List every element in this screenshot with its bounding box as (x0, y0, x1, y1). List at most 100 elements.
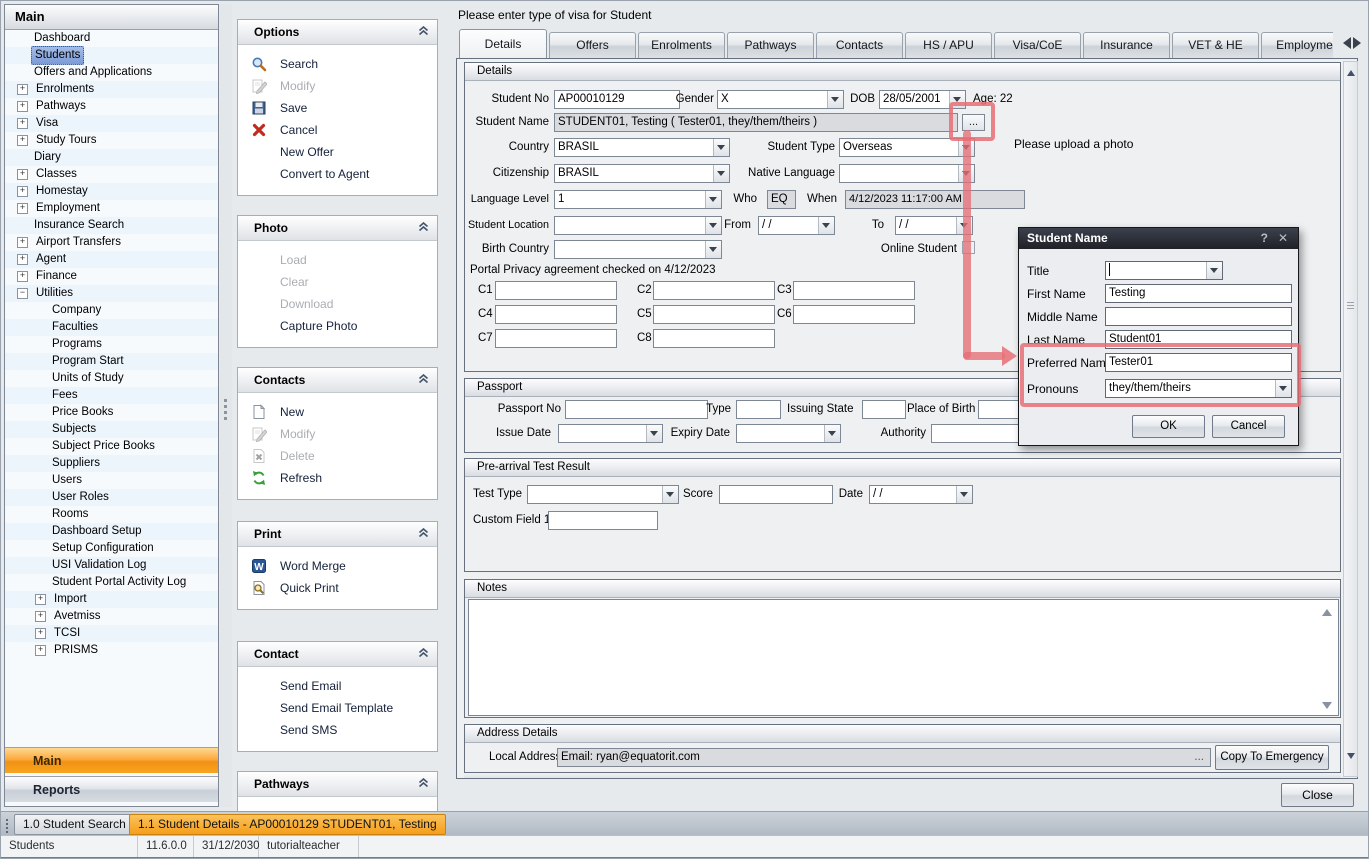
sidebar-item-faculties[interactable]: Faculties (5, 319, 218, 336)
expand-plus-icon[interactable]: + (17, 169, 28, 180)
sidebar-item-users[interactable]: Users (5, 472, 218, 489)
sidebar-item-students[interactable]: Students (5, 47, 218, 64)
sidebar-item-usi-validation-log[interactable]: USI Validation Log (5, 557, 218, 574)
sidebar-item-homestay[interactable]: +Homestay (5, 183, 218, 200)
sidebar-item-pathways[interactable]: +Pathways (5, 98, 218, 115)
sidebar-item-import[interactable]: +Import (5, 591, 218, 608)
collapse-chevron-icon[interactable] (418, 371, 429, 389)
sidebar-item-finance[interactable]: +Finance (5, 268, 218, 285)
native-language-select[interactable] (839, 164, 975, 183)
photo-capture-photo-button[interactable]: Capture Photo (238, 315, 437, 337)
sidebar-item-study-tours[interactable]: +Study Tours (5, 132, 218, 149)
close-button[interactable]: Close (1281, 783, 1354, 807)
tab-details[interactable]: Details (459, 29, 547, 58)
contacts-refresh-button[interactable]: Refresh (238, 467, 437, 489)
scrollbar-grip-icon[interactable] (1347, 300, 1354, 311)
sidebar-splitter[interactable] (220, 4, 232, 807)
sidebar-item-price-books[interactable]: Price Books (5, 404, 218, 421)
collapse-chevron-icon[interactable] (418, 219, 429, 237)
expand-plus-icon[interactable]: + (17, 135, 28, 146)
sidebar-item-visa[interactable]: +Visa (5, 115, 218, 132)
sidebar-item-student-portal-activity-log[interactable]: Student Portal Activity Log (5, 574, 218, 591)
sidebar-item-insurance-search[interactable]: Insurance Search (5, 217, 218, 234)
copy-to-emergency-button[interactable]: Copy To Emergency (1215, 745, 1329, 770)
notes-scroll-down-icon[interactable] (1322, 702, 1332, 714)
options-new-offer-button[interactable]: New Offer (238, 141, 437, 163)
expand-plus-icon[interactable]: + (17, 254, 28, 265)
student-no-input[interactable]: AP00010129 (554, 90, 680, 109)
tab-contacts[interactable]: Contacts (816, 32, 903, 58)
sidebar-item-airport-transfers[interactable]: +Airport Transfers (5, 234, 218, 251)
collapse-chevron-icon[interactable] (418, 775, 429, 793)
footer-tab-student-details[interactable]: 1.1 Student Details - AP00010129 STUDENT… (129, 814, 446, 835)
footer-tab-student-search[interactable]: 1.0 Student Search (14, 814, 135, 835)
options-search-button[interactable]: Search (238, 53, 437, 75)
expiry-date-select[interactable] (736, 424, 841, 443)
sidebar-item-diary[interactable]: Diary (5, 149, 218, 166)
sidebar-footer-reports-button[interactable]: Reports (5, 776, 218, 802)
middle-name-input[interactable] (1105, 307, 1292, 326)
gender-select[interactable]: X (717, 90, 844, 109)
expand-plus-icon[interactable]: + (35, 645, 46, 656)
sidebar-item-fees[interactable]: Fees (5, 387, 218, 404)
expand-plus-icon[interactable]: + (17, 186, 28, 197)
custom-code-c6-input[interactable] (793, 305, 915, 324)
contacts-new-button[interactable]: New (238, 401, 437, 423)
student-location-select[interactable] (554, 216, 722, 235)
sidebar-item-offers-and-applications[interactable]: Offers and Applications (5, 64, 218, 81)
tab-vet-he[interactable]: VET & HE (1172, 32, 1259, 58)
notes-input[interactable] (468, 599, 1339, 716)
from-date-select[interactable]: / / (758, 216, 835, 235)
scroll-up-icon[interactable] (1344, 62, 1357, 76)
tab-hs-apu[interactable]: HS / APU (905, 32, 992, 58)
dialog-cancel-button[interactable]: Cancel (1212, 415, 1285, 438)
dialog-help-icon[interactable]: ? (1261, 228, 1268, 249)
sidebar-item-dashboard-setup[interactable]: Dashboard Setup (5, 523, 218, 540)
sidebar-item-enrolments[interactable]: +Enrolments (5, 81, 218, 98)
birth-country-select[interactable] (554, 240, 722, 259)
tab-employme[interactable]: Employme (1261, 32, 1333, 58)
sidebar-item-employment[interactable]: +Employment (5, 200, 218, 217)
sidebar-item-utilities[interactable]: −Utilities (5, 285, 218, 302)
expand-plus-icon[interactable]: + (17, 118, 28, 129)
sidebar-item-avetmiss[interactable]: +Avetmiss (5, 608, 218, 625)
country-select[interactable]: BRASIL (554, 138, 730, 157)
contact-send-email-template-button[interactable]: Send Email Template (238, 697, 437, 719)
first-name-input[interactable]: Testing (1105, 284, 1292, 303)
test-type-select[interactable] (527, 485, 679, 504)
sidebar-item-subjects[interactable]: Subjects (5, 421, 218, 438)
dialog-ok-button[interactable]: OK (1132, 415, 1205, 438)
tab-pathways[interactable]: Pathways (727, 32, 814, 58)
custom-code-c5-input[interactable] (653, 305, 775, 324)
language-level-select[interactable]: 1 (554, 190, 722, 209)
custom-code-c1-input[interactable] (495, 281, 617, 300)
tab-scroll-left-icon[interactable] (1337, 37, 1351, 49)
passport-type-input[interactable] (736, 400, 781, 419)
sidebar-item-programs[interactable]: Programs (5, 336, 218, 353)
options-convert-to-agent-button[interactable]: Convert to Agent (238, 163, 437, 185)
sidebar-item-company[interactable]: Company (5, 302, 218, 319)
sidebar-item-user-roles[interactable]: User Roles (5, 489, 218, 506)
horizontal-scrollbar[interactable] (464, 773, 1341, 778)
sidebar-item-setup-configuration[interactable]: Setup Configuration (5, 540, 218, 557)
tab-scroll-right-icon[interactable] (1353, 37, 1367, 49)
local-address-ellipsis-icon[interactable]: ... (1194, 749, 1204, 766)
test-date-select[interactable]: / / (869, 485, 973, 504)
sidebar-item-subject-price-books[interactable]: Subject Price Books (5, 438, 218, 455)
sidebar-item-tcsi[interactable]: +TCSI (5, 625, 218, 642)
citizenship-select[interactable]: BRASIL (554, 164, 730, 183)
contact-send-sms-button[interactable]: Send SMS (238, 719, 437, 741)
contact-send-email-button[interactable]: Send Email (238, 675, 437, 697)
custom-code-c4-input[interactable] (495, 305, 617, 324)
print-word-merge-button[interactable]: WWord Merge (238, 555, 437, 577)
sidebar-item-suppliers[interactable]: Suppliers (5, 455, 218, 472)
expand-plus-icon[interactable]: + (35, 594, 46, 605)
custom-field-1-input[interactable] (548, 511, 658, 530)
tab-offers[interactable]: Offers (549, 32, 636, 58)
sidebar-footer-main-button[interactable]: Main (5, 747, 218, 773)
issuing-state-input[interactable] (862, 400, 906, 419)
content-scrollbar[interactable] (1343, 61, 1358, 777)
sidebar-item-classes[interactable]: +Classes (5, 166, 218, 183)
sidebar-item-units-of-study[interactable]: Units of Study (5, 370, 218, 387)
sidebar-item-agent[interactable]: +Agent (5, 251, 218, 268)
